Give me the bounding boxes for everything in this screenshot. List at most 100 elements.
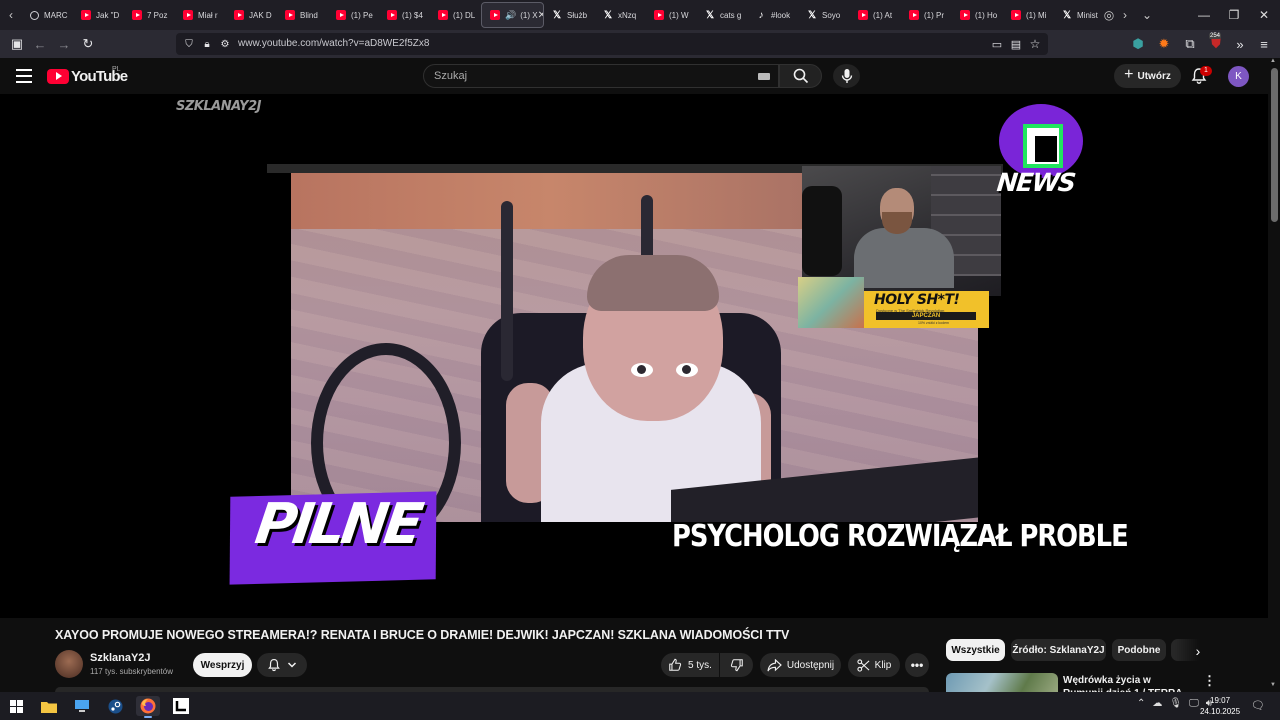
chevron-right-icon[interactable]: › [1189,642,1207,660]
webcam-person-body [854,228,954,288]
youtube-icon [1011,10,1021,20]
scroll-up-arrow-icon[interactable]: ▲ [1270,58,1276,64]
create-button[interactable]: + Utwórz [1114,64,1181,88]
list-all-tabs-button[interactable]: ⌄ [1136,2,1158,28]
tab-scroll-left-button[interactable]: ‹ [0,2,22,28]
windows-taskbar: ⌃ ☁ 🎙︎ 🖵 🔊︎ 19:07 24.10.2025 🗨 [0,692,1280,720]
scroll-down-arrow-icon[interactable]: ▼ [1270,682,1276,688]
more-tools-icon[interactable]: » [1231,35,1249,53]
search-button[interactable] [779,64,822,88]
like-button[interactable]: 5 tys. [661,653,719,677]
url-text[interactable]: www.youtube.com/watch?v=aD8WE2f5Zx8 [238,38,429,49]
tab-label: (1) Pr [924,10,944,20]
browser-tab-active[interactable]: 🔊(1) X✕ [481,2,544,28]
microphone-tray-icon[interactable]: 🎙︎ [1169,698,1182,709]
browser-tab[interactable]: ♪ #look [748,2,799,28]
sidebar-toggle-icon[interactable]: ▣ [8,35,26,53]
chip-related[interactable]: Podobne [1112,639,1166,661]
tab-label: (1) W [669,10,689,20]
news-logo: NEWS [995,102,1083,206]
speaker-icon[interactable]: 🔊 [505,10,516,21]
address-bar[interactable]: ⛉ 🔒︎ ⚙ www.youtube.com/watch?v=aD8WE2f5Z… [176,33,1048,55]
browser-tab[interactable]: Miał r [175,2,226,28]
chip-all[interactable]: Wszystkie [946,639,1005,661]
page-scrollbar[interactable]: ▲ ▼ [1268,58,1280,692]
voice-search-button[interactable] [833,64,860,88]
browser-tab[interactable]: (1) At [850,2,901,28]
youtube-header: YouTube PL Szukaj + Utwórz 1 K [0,58,1268,94]
minimize-button[interactable]: — [1188,0,1220,30]
browser-tab[interactable]: Blind [277,2,328,28]
permissions-icon[interactable]: ⚙ [216,35,234,53]
channel-name[interactable]: SzklanaY2J [90,652,151,664]
reload-icon[interactable]: ↻ [79,35,97,53]
tab-label: Jak "D [96,10,120,20]
tab-scroll-right-button[interactable]: › [1114,2,1136,28]
scene-wall [291,173,811,229]
file-explorer-icon[interactable] [37,696,61,716]
browser-tab[interactable]: 𝕏cats g [697,2,748,28]
steam-icon[interactable] [103,696,127,716]
browser-tab[interactable]: 7 Poz [124,2,175,28]
forward-arrow-icon[interactable]: → [55,35,73,53]
picture-in-picture-icon[interactable]: ▭ [988,35,1006,53]
share-button[interactable]: Udostępnij [760,653,841,677]
bookmark-star-icon[interactable]: ☆ [1026,35,1044,53]
account-avatar[interactable]: K [1228,66,1249,87]
browser-tab[interactable]: (1) Pe [328,2,379,28]
video-player[interactable]: SZKLANAY2J HOLY SH*T! Dostępne w The SmP… [0,94,1268,618]
windows-start-icon[interactable] [4,696,28,716]
x-icon: 𝕏 [1062,9,1072,21]
taskbar-clock[interactable]: 19:07 24.10.2025 [1200,695,1240,717]
browser-tab[interactable]: 𝕏 Służb [544,2,595,28]
search-input[interactable]: Szukaj [423,64,779,88]
scrollbar-thumb[interactable] [1271,68,1278,222]
browser-tab[interactable]: (1) Mi [1003,2,1054,28]
browser-tab[interactable]: (1) W [646,2,697,28]
keyboard-icon[interactable] [758,73,770,80]
hamburger-menu-icon[interactable] [16,69,32,83]
more-actions-button[interactable]: ••• [905,653,929,677]
browser-tab[interactable]: (1) DL [430,2,481,28]
recommendation-title[interactable]: Wędrówka życia w Rumunii dzień 1 / TERRA… [1063,674,1193,692]
chip-source[interactable]: Źródło: SzklanaY2J [1011,639,1106,661]
fox-extension-icon[interactable]: ✹ [1155,35,1173,53]
dislike-button[interactable] [720,653,753,677]
browser-tab[interactable]: (1) $4 [379,2,430,28]
browser-tab[interactable]: 𝕏xNzq [595,2,646,28]
browser-tab[interactable]: (1) Pr [901,2,952,28]
app-menu-icon[interactable]: ≡ [1255,35,1273,53]
thumbs-up-icon [669,658,682,671]
extensions-puzzle-icon[interactable]: ⧉ [1181,35,1199,53]
window-close-button[interactable]: ✕ [1248,0,1280,30]
browser-tab[interactable]: MARC [22,2,73,28]
support-button[interactable]: Wesprzyj [193,653,252,677]
tab-label: (1) DL [453,10,476,20]
recommendation-thumbnail[interactable] [946,673,1058,692]
show-hidden-icons-icon[interactable]: ⌃ [1137,698,1145,709]
more-vertical-icon[interactable]: ⋮ [1203,673,1216,689]
shield-icon[interactable]: ⛉ [180,35,198,53]
subscription-notifications-button[interactable] [257,653,307,677]
channel-avatar[interactable] [55,650,83,678]
clip-button[interactable]: Klip [848,653,900,677]
lock-icon[interactable]: 🔒︎ [198,35,216,53]
x-icon: 𝕏 [807,9,817,21]
browser-tab[interactable]: (1) Ho [952,2,1003,28]
back-arrow-icon[interactable]: ← [31,35,49,53]
notification-center-icon[interactable]: 🗨 [1251,699,1265,712]
restore-button[interactable]: ❐ [1218,0,1250,30]
onedrive-icon[interactable]: ☁ [1152,698,1162,709]
youtube-icon [654,10,664,20]
network-icon[interactable]: 🖵 [1189,698,1199,709]
browser-tab[interactable]: JAK D [226,2,277,28]
app-icon[interactable] [169,696,193,716]
vpn-shield-icon[interactable]: ⬢ [1129,35,1147,53]
search-icon [793,68,808,84]
firefox-icon[interactable] [136,696,160,718]
browser-tab[interactable]: 𝕏 Soyo [799,2,850,28]
youtube-icon [438,10,448,20]
browser-tab[interactable]: Jak "D [73,2,124,28]
this-pc-icon[interactable] [70,696,94,716]
reader-view-icon[interactable]: ▤ [1007,35,1025,53]
